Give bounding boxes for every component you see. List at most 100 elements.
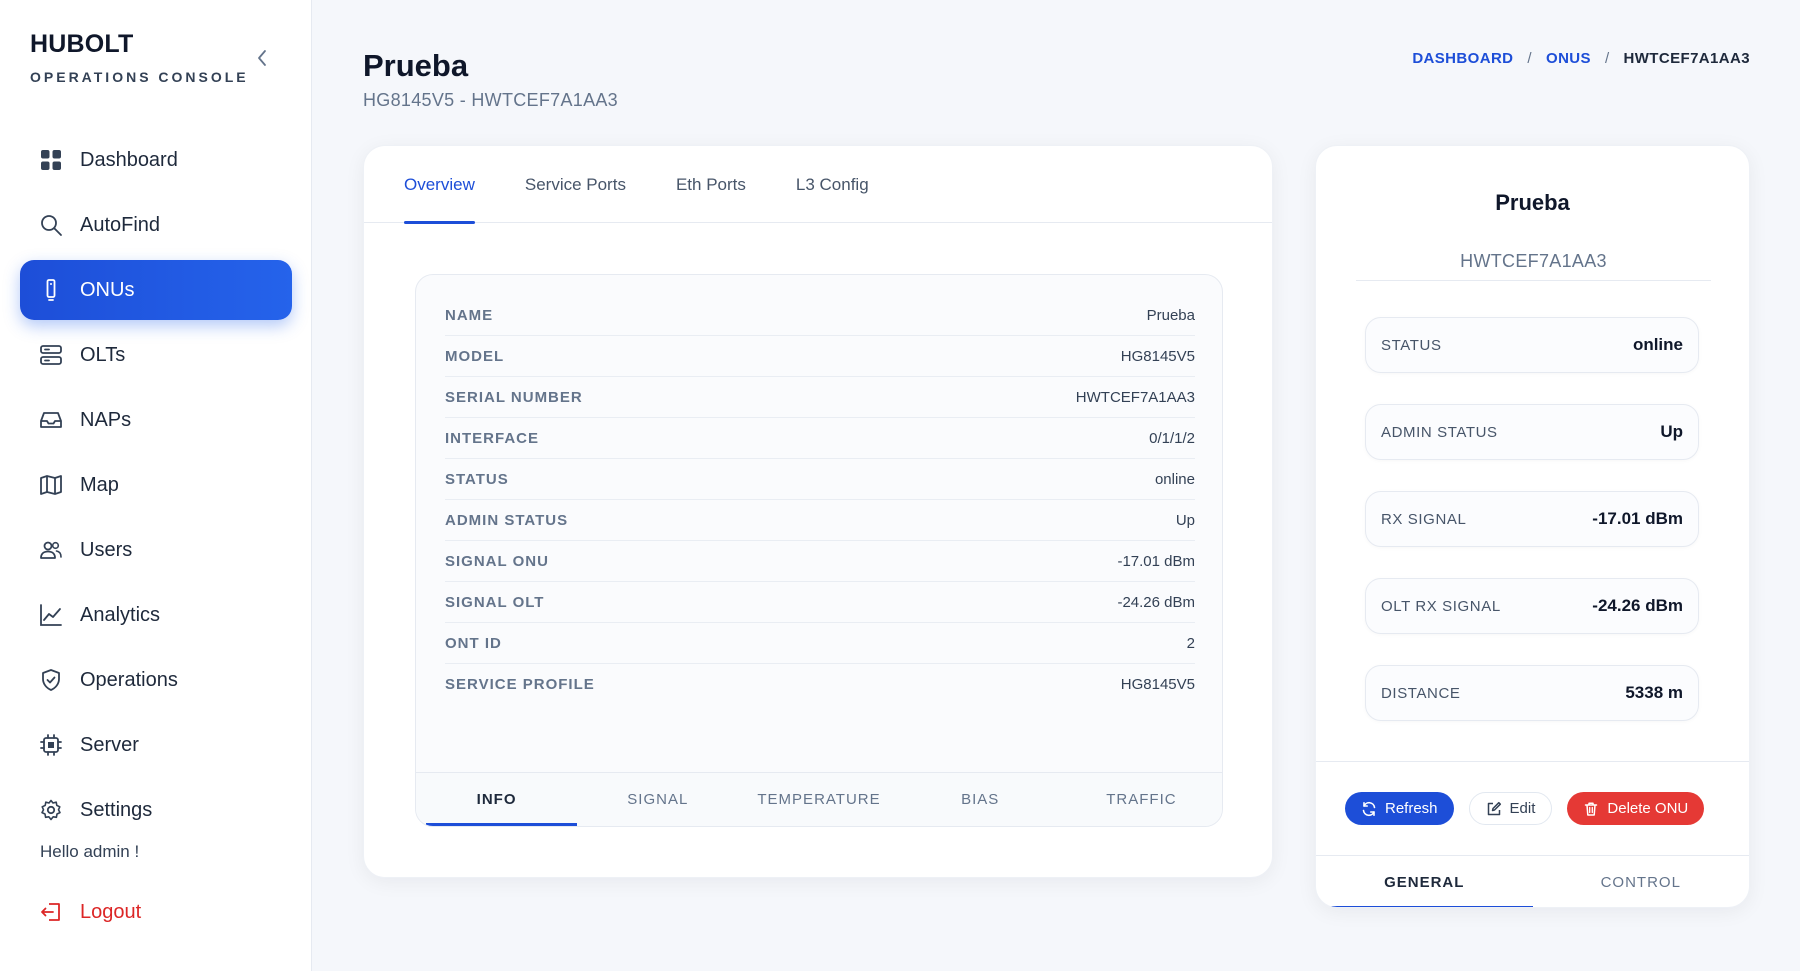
info-value: HG8145V5: [1120, 676, 1195, 693]
sidebar-item-autofind[interactable]: AutoFind: [20, 195, 292, 255]
sidebar-item-dashboard[interactable]: Dashboard: [20, 130, 292, 190]
breadcrumb-current: HWTCEF7A1AA3: [1623, 50, 1750, 67]
info-row: MODEL HG8145V5: [445, 336, 1195, 377]
tab-eth-ports[interactable]: Eth Ports: [676, 146, 746, 223]
breadcrumb-onus[interactable]: ONUS: [1546, 50, 1591, 67]
info-row: SERVICE PROFILE HG8145V5: [445, 664, 1195, 705]
info-label: ONT ID: [445, 634, 502, 652]
edit-label: Edit: [1509, 800, 1536, 817]
stat-value: online: [1632, 335, 1683, 354]
device-icon: [38, 277, 64, 303]
brand: HUBOLT OPERATIONS CONSOLE: [30, 30, 249, 85]
sidebar-item-map[interactable]: Map: [20, 455, 292, 515]
sidebar-item-operations[interactable]: Operations: [20, 650, 292, 710]
sidebar-item-label: Settings: [80, 798, 153, 821]
sidebar-item-users[interactable]: Users: [20, 520, 292, 580]
map-icon: [38, 472, 64, 498]
info-subtabs: INFO SIGNAL TEMPERATURE BIAS TRAFFIC: [416, 772, 1222, 826]
tab-control[interactable]: CONTROL: [1533, 856, 1750, 907]
stat-value: Up: [1660, 422, 1683, 441]
sidebar-item-label: Server: [80, 733, 139, 756]
breadcrumb-dashboard[interactable]: DASHBOARD: [1412, 50, 1513, 67]
sidebar: HUBOLT OPERATIONS CONSOLE Dashboard Auto…: [0, 0, 312, 971]
info-value: 2: [1186, 634, 1195, 652]
info-row: ADMIN STATUS Up: [445, 500, 1195, 541]
stat-label: ADMIN STATUS: [1381, 423, 1498, 441]
server-stack-icon: [38, 342, 64, 368]
stat-label: STATUS: [1381, 336, 1442, 354]
delete-onu-button[interactable]: Delete ONU: [1567, 792, 1705, 825]
chart-line-icon: [38, 602, 64, 628]
tab-general[interactable]: GENERAL: [1316, 856, 1533, 907]
tab-l3-config[interactable]: L3 Config: [796, 146, 869, 223]
stat-value: -17.01 dBm: [1592, 509, 1683, 528]
refresh-button[interactable]: Refresh: [1345, 792, 1454, 825]
sidebar-item-naps[interactable]: NAPs: [20, 390, 292, 450]
inbox-icon: [38, 407, 64, 433]
search-icon: [38, 212, 64, 238]
sidebar-item-label: Operations: [80, 668, 178, 691]
trash-icon: [1585, 802, 1598, 816]
onu-serial: HWTCEF7A1AA3: [1356, 251, 1711, 281]
edit-icon: [1487, 801, 1501, 815]
info-row: INTERFACE 0/1/1/2: [445, 418, 1195, 459]
subtab-signal[interactable]: SIGNAL: [577, 773, 738, 826]
onu-detail-card: Overview Service Ports Eth Ports L3 Conf…: [363, 145, 1273, 878]
tab-overview[interactable]: Overview: [404, 146, 475, 224]
chip-icon: [38, 732, 64, 758]
subtab-bias[interactable]: BIAS: [900, 773, 1061, 826]
breadcrumb-separator: /: [1604, 50, 1610, 67]
stat-value: -24.26 dBm: [1592, 596, 1683, 615]
sidebar-nav: Dashboard AutoFind ONUs OLTs NAPs Map Us…: [20, 130, 292, 845]
page-title: Prueba: [363, 48, 469, 83]
stat-value: 5338 m: [1625, 683, 1683, 702]
info-value: -17.01 dBm: [1117, 552, 1195, 570]
info-row: SIGNAL OLT -24.26 dBm: [445, 582, 1195, 623]
sidebar-item-onus[interactable]: ONUs: [20, 260, 292, 320]
sidebar-item-label: Analytics: [80, 603, 161, 626]
brand-subtitle: OPERATIONS CONSOLE: [30, 69, 249, 85]
edit-button[interactable]: Edit: [1468, 792, 1553, 825]
sidebar-item-settings[interactable]: Settings: [20, 780, 292, 840]
sidebar-item-label: NAPs: [80, 408, 132, 431]
info-value: online: [1154, 470, 1195, 488]
info-label: STATUS: [445, 470, 509, 488]
sidebar-item-label: Dashboard: [80, 148, 178, 171]
stat-rx-signal: RX SIGNAL -17.01 dBm: [1365, 491, 1699, 547]
info-label: INTERFACE: [445, 429, 540, 447]
tab-service-ports[interactable]: Service Ports: [525, 146, 626, 223]
subtab-info[interactable]: INFO: [416, 773, 578, 826]
logout-button[interactable]: Logout: [20, 882, 292, 942]
users-icon: [38, 537, 64, 563]
info-label: SIGNAL OLT: [445, 593, 545, 611]
refresh-icon: [1362, 801, 1376, 816]
sidebar-item-olts[interactable]: OLTs: [20, 325, 292, 385]
sidebar-item-label: AutoFind: [80, 213, 161, 236]
chevron-left-icon: [258, 50, 266, 66]
sidebar-item-label: Users: [80, 538, 133, 561]
subtab-traffic[interactable]: TRAFFIC: [1061, 773, 1222, 826]
breadcrumb-separator: /: [1527, 50, 1532, 67]
info-row: SIGNAL ONU -17.01 dBm: [445, 541, 1195, 582]
summary-tabs: GENERAL CONTROL: [1316, 856, 1750, 907]
collapse-sidebar-button[interactable]: [248, 44, 276, 72]
sidebar-item-analytics[interactable]: Analytics: [20, 585, 292, 645]
info-value: Up: [1175, 511, 1195, 529]
brand-title: HUBOLT: [30, 30, 134, 58]
stat-status: STATUS online: [1365, 317, 1699, 373]
stat-label: OLT RX SIGNAL: [1381, 597, 1501, 615]
info-label: SERIAL NUMBER: [445, 388, 583, 406]
logout-label: Logout: [80, 900, 142, 923]
stat-distance: DISTANCE 5338 m: [1365, 665, 1699, 721]
info-table: NAME Prueba MODEL HG8145V5 SERIAL NUMBER HW…: [445, 295, 1195, 705]
sidebar-item-label: Map: [80, 473, 119, 496]
detail-tabs: Overview Service Ports Eth Ports L3 Conf…: [364, 146, 1272, 224]
stat-olt-rx-signal: OLT RX SIGNAL -24.26 dBm: [1365, 578, 1699, 634]
subtab-temperature[interactable]: TEMPERATURE: [738, 773, 899, 826]
info-value: 0/1/1/2: [1149, 429, 1195, 447]
onu-name: Prueba: [1495, 190, 1570, 215]
sidebar-item-server[interactable]: Server: [20, 715, 292, 775]
info-row: SERIAL NUMBER HWTCEF7A1AA3: [445, 377, 1195, 418]
info-label: SERVICE PROFILE: [445, 676, 595, 693]
shield-icon: [38, 667, 64, 693]
